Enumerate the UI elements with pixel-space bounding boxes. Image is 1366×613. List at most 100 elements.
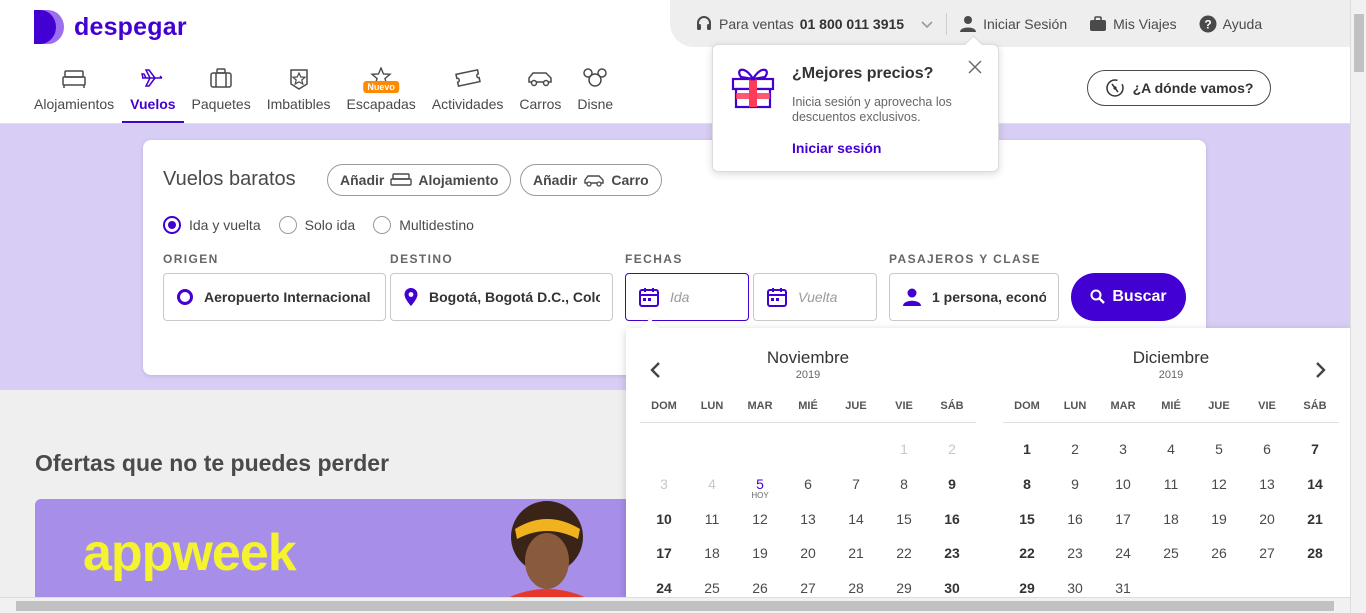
depart-date-input[interactable]: Ida <box>625 273 749 321</box>
calendar-day[interactable]: 27 <box>1243 536 1291 571</box>
calendar-day[interactable]: 12 <box>736 501 784 536</box>
calendar-day[interactable]: 17 <box>640 536 688 571</box>
search-button[interactable]: Buscar <box>1071 273 1186 321</box>
day-number: 29 <box>1019 580 1035 597</box>
tab-paquetes[interactable]: Paquetes <box>184 60 259 123</box>
calendar-day[interactable]: 18 <box>1147 501 1195 536</box>
calendar-day[interactable]: 21 <box>1291 501 1339 536</box>
calendar-day[interactable]: 20 <box>1243 501 1291 536</box>
calendar-day[interactable]: 17 <box>1099 501 1147 536</box>
calendar-day[interactable]: 11 <box>1147 467 1195 502</box>
calendar-day[interactable]: 12 <box>1195 467 1243 502</box>
add-lodging-button[interactable]: Añadir Alojamiento <box>327 164 512 196</box>
calendar-day[interactable]: 7 <box>1291 432 1339 467</box>
calendar-day[interactable]: 18 <box>688 536 736 571</box>
close-icon[interactable] <box>967 59 983 75</box>
scrollbar-thumb[interactable] <box>16 601 1334 611</box>
calendar-day[interactable]: 5 HOY <box>736 467 784 502</box>
calendar-day[interactable]: 19 <box>736 536 784 571</box>
calendar-day[interactable]: 21 <box>832 536 880 571</box>
calendar-day[interactable]: 15 <box>1003 501 1051 536</box>
radio-circle[interactable] <box>163 216 181 234</box>
calendar-day[interactable]: 4 <box>1147 432 1195 467</box>
calendar-day[interactable]: 16 <box>928 501 976 536</box>
tab-vuelos[interactable]: Vuelos <box>122 60 184 123</box>
tab-alojamientos[interactable]: Alojamientos <box>26 60 122 123</box>
calendar-day[interactable]: 1 <box>1003 432 1051 467</box>
day-number: 20 <box>800 545 816 562</box>
radio-round-trip[interactable]: Ida y vuelta <box>163 216 261 234</box>
destination-input[interactable]: Bogotá, Bogotá D.C., Colombia <box>390 273 613 321</box>
tab-actividades[interactable]: Actividades <box>424 60 512 123</box>
tab-imbatibles[interactable]: Imbatibles <box>259 60 339 123</box>
day-number: 8 <box>1023 476 1031 493</box>
my-trips-label: Mis Viajes <box>1113 15 1177 32</box>
add-car-button[interactable]: Añadir Carro <box>520 164 662 196</box>
day-number: 11 <box>1163 476 1179 493</box>
calendar-day[interactable]: 13 <box>1243 467 1291 502</box>
tab-carros[interactable]: Carros <box>511 60 569 123</box>
help-label: Ayuda <box>1222 15 1263 32</box>
tab-disney[interactable]: Disne <box>569 60 621 123</box>
horizontal-scrollbar[interactable] <box>0 597 1350 613</box>
calendar-day[interactable]: 22 <box>1003 536 1051 571</box>
logo-icon <box>34 10 64 44</box>
calendar-day[interactable]: 19 <box>1195 501 1243 536</box>
help-link[interactable]: ? Ayuda <box>1199 15 1262 33</box>
calendar-day[interactable]: 24 <box>1099 536 1147 571</box>
calendar-day[interactable]: 10 <box>1099 467 1147 502</box>
chevron-down-icon[interactable] <box>920 17 934 31</box>
calendar-day[interactable]: 11 <box>688 501 736 536</box>
origin-input[interactable]: Aeropuerto Internacional <box>163 273 386 321</box>
calendar-day[interactable]: 6 <box>1243 432 1291 467</box>
day-number: 22 <box>1019 545 1035 562</box>
sales-phone[interactable]: Para ventas 01 800 011 3915 <box>695 15 934 33</box>
radio-multi-city[interactable]: Multidestino <box>373 216 474 234</box>
calendar-day[interactable]: 9 <box>1051 467 1099 502</box>
radio-circle[interactable] <box>278 216 297 234</box>
login-label: Iniciar Sesión <box>983 15 1068 32</box>
day-number: 15 <box>896 510 912 527</box>
calendar-day[interactable]: 15 <box>880 501 928 536</box>
calendar-day[interactable]: 8 <box>880 467 928 502</box>
calendar-day[interactable]: 16 <box>1051 501 1099 536</box>
calendar-day[interactable]: 10 <box>640 501 688 536</box>
radio-circle[interactable] <box>373 216 392 234</box>
calendar-day[interactable]: 6 <box>784 467 832 502</box>
vertical-scrollbar[interactable] <box>1350 0 1366 613</box>
calendar-day[interactable]: 28 <box>1291 536 1339 571</box>
return-date-input[interactable]: Vuelta <box>753 273 877 321</box>
calendar-day[interactable]: 14 <box>1291 467 1339 502</box>
login-link[interactable]: Iniciar Sesión <box>959 15 1067 33</box>
calendar-day[interactable]: 7 <box>832 467 880 502</box>
where-to-button[interactable]: ¿A dónde vamos? <box>1087 70 1271 106</box>
day-number: 26 <box>752 580 768 597</box>
calendar-day[interactable]: 5 <box>1195 432 1243 467</box>
calendar-day[interactable]: 23 <box>1051 536 1099 571</box>
passengers-input[interactable]: 1 persona, económica <box>889 273 1059 321</box>
empty-cell <box>736 432 784 467</box>
calendar-day[interactable]: 22 <box>880 536 928 571</box>
calendar-day[interactable]: 8 <box>1003 467 1051 502</box>
month-november: Noviembre 2019 <box>640 348 976 381</box>
my-trips-link[interactable]: Mis Viajes <box>1089 15 1177 33</box>
scrollbar-thumb[interactable] <box>1354 14 1364 72</box>
calendar-day[interactable]: 2 <box>1051 432 1099 467</box>
calendar-day[interactable]: 3 <box>1099 432 1147 467</box>
day-number: 5 <box>1215 441 1223 458</box>
calendar-day[interactable]: 23 <box>928 536 976 571</box>
despegar-logo[interactable]: despegar <box>34 10 187 44</box>
day-number: 2 <box>948 441 956 458</box>
promo-banner[interactable]: appweek <box>35 499 635 599</box>
day-number: 19 <box>752 545 768 562</box>
calendar-day[interactable]: 25 <box>1147 536 1195 571</box>
calendar-day[interactable]: 14 <box>832 501 880 536</box>
tab-escapadas[interactable]: Nuevo Escapadas <box>339 60 424 123</box>
calendar-day[interactable]: 13 <box>784 501 832 536</box>
calendar-day[interactable]: 20 <box>784 536 832 571</box>
calendar-day[interactable]: 26 <box>1195 536 1243 571</box>
month-year: 2019 <box>1158 369 1184 381</box>
calendar-day[interactable]: 9 <box>928 467 976 502</box>
radio-one-way[interactable]: Solo ida <box>278 216 355 234</box>
popover-login-link[interactable]: Iniciar sesión <box>792 140 881 156</box>
